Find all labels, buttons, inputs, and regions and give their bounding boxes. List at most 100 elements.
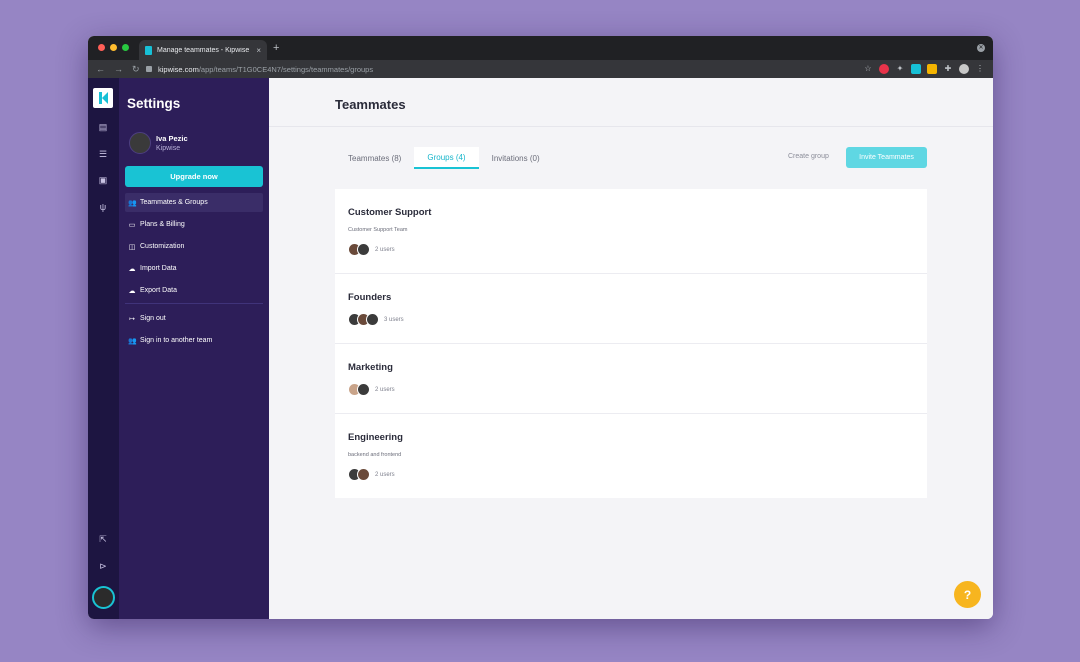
group-user-count: 2 users — [375, 471, 395, 478]
settings-menu: 👥 Teammates & Groups ▭ Plans & Billing ◫… — [125, 193, 263, 353]
profile-card: Iva Pezic Kipwise — [129, 132, 188, 154]
member-avatar — [357, 243, 370, 256]
new-tab-button[interactable]: + — [273, 42, 279, 54]
member-avatar — [357, 468, 370, 481]
member-avatar — [366, 313, 379, 326]
group-members: 2 users — [348, 243, 914, 273]
extension-colorful-icon[interactable] — [927, 64, 937, 74]
books-icon[interactable]: ▤ — [98, 122, 108, 132]
sidebar-item-customization[interactable]: ◫ Customization — [125, 237, 263, 256]
group-card-marketing[interactable]: Marketing 2 users — [335, 344, 927, 414]
group-name: Marketing — [348, 362, 393, 373]
reload-icon[interactable]: ↻ — [132, 64, 142, 75]
browser-tab-bar: Manage teammates - Kipwise × + ✕ — [88, 36, 993, 60]
minimize-window-button[interactable] — [110, 44, 117, 51]
group-card-engineering[interactable]: Engineering backend and frontend 2 users — [335, 414, 927, 498]
extension-pocket-icon[interactable]: ✦ — [895, 64, 905, 74]
extension-kipwise-icon[interactable] — [911, 64, 921, 74]
credit-card-icon: ▭ — [128, 221, 136, 229]
browser-window: Manage teammates - Kipwise × + ✕ ← → ↻ k… — [88, 36, 993, 619]
group-name: Customer Support — [348, 207, 432, 218]
sidebar-item-import-data[interactable]: ☁ Import Data — [125, 259, 263, 278]
user-avatar[interactable] — [92, 586, 115, 609]
back-icon[interactable]: ← — [96, 64, 106, 74]
traffic-lights — [98, 44, 129, 51]
group-card-customer-support[interactable]: Customer Support Customer Support Team 2… — [335, 189, 927, 274]
sidebar-item-switch-team[interactable]: 👥 Sign in to another team — [125, 331, 263, 350]
sign-out-icon: ↦ — [129, 315, 135, 323]
group-name: Founders — [348, 292, 392, 303]
group-description: backend and frontend — [348, 452, 402, 458]
close-window-button[interactable] — [98, 44, 105, 51]
export-icon[interactable]: ⇱ — [98, 534, 108, 544]
url-path: /app/teams/T1G0CE4N7/settings/teammates/… — [198, 64, 374, 74]
tab-teammates[interactable]: Teammates (8) — [335, 147, 414, 169]
tab-invitations[interactable]: Invitations (0) — [479, 147, 553, 169]
group-members: 2 users — [348, 383, 914, 413]
profile-avatar — [129, 132, 151, 154]
groups-list: Customer Support Customer Support Team 2… — [335, 189, 927, 498]
profile-avatar-icon[interactable] — [959, 64, 969, 74]
sidebar-item-label: Customization — [140, 243, 185, 250]
sidebar-item-teammates-groups[interactable]: 👥 Teammates & Groups — [125, 193, 263, 212]
kipwise-logo[interactable] — [93, 88, 113, 108]
list-icon[interactable]: ☰ — [98, 149, 108, 159]
group-description: Customer Support Team — [348, 227, 408, 233]
tab-groups[interactable]: Groups (4) — [414, 147, 479, 169]
sidebar-item-export-data[interactable]: ☁ Export Data — [125, 281, 263, 300]
extension-stop-icon[interactable] — [879, 64, 889, 74]
member-avatar — [357, 383, 370, 396]
group-card-founders[interactable]: Founders 3 users — [335, 274, 927, 344]
group-members: 2 users — [348, 468, 914, 498]
page-header: Teammates — [269, 78, 993, 127]
image-icon[interactable]: ▣ — [98, 175, 108, 185]
megaphone-icon[interactable]: ⊳ — [98, 561, 108, 571]
profile-team: Kipwise — [156, 145, 181, 152]
sidebar-item-plans-billing[interactable]: ▭ Plans & Billing — [125, 215, 263, 234]
browser-menu-icon[interactable]: ⋮ — [975, 64, 985, 74]
tab-close-icon[interactable]: × — [256, 46, 261, 55]
sidebar-item-label: Sign in to another team — [140, 337, 213, 344]
customize-icon: ◫ — [128, 243, 136, 251]
invite-teammates-button[interactable]: Invite Teammates — [846, 147, 927, 168]
browser-tab[interactable]: Manage teammates - Kipwise × — [139, 40, 267, 60]
extensions-puzzle-icon[interactable]: ✚ — [943, 64, 953, 74]
forward-icon[interactable]: → — [114, 64, 124, 74]
tab-title: Manage teammates - Kipwise — [157, 46, 250, 54]
sidebar-title: Settings — [127, 96, 181, 111]
maximize-window-button[interactable] — [122, 44, 129, 51]
help-button[interactable]: ? — [954, 581, 981, 608]
url-field[interactable]: kipwise.com /app/teams/T1G0CE4N7/setting… — [146, 62, 866, 76]
bookmark-star-icon[interactable]: ☆ — [863, 64, 873, 74]
page-title: Teammates — [335, 97, 406, 112]
menu-divider — [125, 303, 263, 304]
main-content: Teammates Teammates (8) Groups (4) Invit… — [269, 78, 993, 619]
group-user-count: 2 users — [375, 386, 395, 393]
people-icon: 👥 — [128, 199, 137, 207]
group-user-count: 2 users — [375, 246, 395, 253]
address-bar: ← → ↻ kipwise.com /app/teams/T1G0CE4N7/s… — [88, 60, 993, 78]
plug-icon[interactable]: ψ — [98, 202, 108, 212]
cloud-download-icon: ☁ — [128, 287, 136, 295]
cloud-upload-icon: ☁ — [128, 265, 136, 273]
kipwise-favicon-icon — [145, 45, 152, 55]
switch-team-icon: 👥 — [128, 337, 137, 345]
settings-sidebar: Settings Iva Pezic Kipwise Upgrade now 👥… — [119, 78, 269, 619]
kipwise-app: ▤ ☰ ▣ ψ ⇱ ⊳ Settings Iva Pezic Kipwise U… — [88, 78, 993, 619]
sidebar-item-label: Export Data — [140, 287, 177, 294]
group-members: 3 users — [348, 313, 914, 343]
browser-close-icon[interactable]: ✕ — [977, 44, 985, 52]
sidebar-item-label: Plans & Billing — [140, 221, 185, 228]
extensions-area: ☆ ✦ ✚ ⋮ — [863, 63, 985, 75]
sidebar-item-label: Import Data — [140, 265, 177, 272]
profile-name: Iva Pezic — [156, 134, 188, 143]
group-name: Engineering — [348, 432, 403, 443]
sidebar-item-label: Sign out — [140, 315, 166, 322]
create-group-button[interactable]: Create group — [788, 153, 829, 160]
upgrade-button[interactable]: Upgrade now — [125, 166, 263, 187]
sidebar-item-sign-out[interactable]: ↦ Sign out — [125, 309, 263, 328]
icon-rail: ▤ ☰ ▣ ψ ⇱ ⊳ — [88, 78, 119, 619]
lock-icon — [146, 66, 152, 72]
teammates-tabs: Teammates (8) Groups (4) Invitations (0) — [335, 147, 553, 169]
url-host: kipwise.com — [158, 64, 199, 74]
